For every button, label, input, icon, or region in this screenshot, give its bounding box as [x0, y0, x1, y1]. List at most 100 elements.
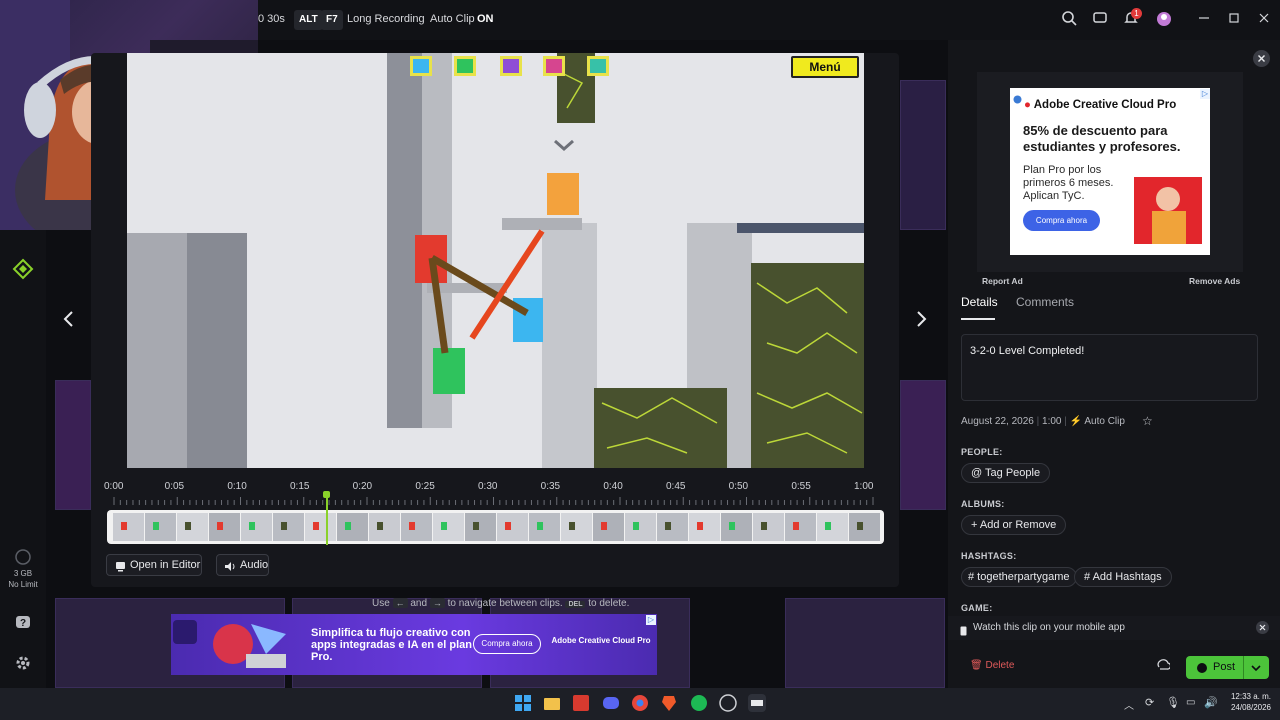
tag-people-label: Tag People [985, 467, 1041, 479]
tag-people-button[interactable]: @ Tag People [961, 463, 1051, 483]
timeline-filmstrip[interactable] [107, 510, 884, 544]
phone-icon [960, 623, 967, 641]
chat-icon[interactable] [1090, 10, 1110, 30]
post-label: Post [1213, 661, 1236, 673]
clip-length: 1:00 [1042, 416, 1062, 427]
open-in-editor-button[interactable]: Open in Editor [106, 554, 202, 576]
medal-logo-icon[interactable] [12, 258, 34, 285]
post-divider [1243, 656, 1244, 679]
side-ad-cta[interactable]: Compra ahora [1023, 210, 1100, 231]
windows-start-icon[interactable] [514, 694, 532, 712]
playhead[interactable] [323, 491, 331, 546]
tray-sync-icon[interactable]: ⟳ [1145, 696, 1154, 709]
bottom-ad-brand: Adobe Creative Cloud Pro [551, 636, 651, 645]
close-window-icon[interactable] [1254, 10, 1274, 30]
timeline-tick-label: 1:00 [854, 481, 874, 492]
steam-icon[interactable] [719, 694, 737, 712]
timeline-tick-marks [113, 497, 874, 505]
hashtag-chip[interactable]: # togetherpartygame [961, 567, 1077, 587]
prev-clip-chevron-icon[interactable] [60, 310, 78, 333]
side-ad-headline: 85% de descuento para estudiantes y prof… [1023, 123, 1181, 154]
next-clip-chevron-icon[interactable] [912, 310, 930, 333]
maximize-icon[interactable] [1224, 10, 1244, 30]
bottom-ad-cta[interactable]: Compra ahora [473, 634, 541, 654]
volume-icon[interactable]: 🔊 [1204, 696, 1218, 709]
spotify-icon[interactable] [690, 694, 708, 712]
auto-clip-state[interactable]: ON [477, 13, 494, 25]
albums-label: ALBUMS: [961, 499, 1005, 509]
right-arrow-key-icon: → [429, 598, 445, 608]
medal-taskbar-icon[interactable] [748, 694, 766, 712]
chrome-icon[interactable] [631, 694, 649, 712]
taskbar-date[interactable]: 24/08/2026 [1221, 703, 1271, 712]
report-ad-link[interactable]: Report Ad [982, 276, 1023, 286]
lightning-icon: ⚡ [1069, 416, 1083, 427]
mobile-notice-bar: Watch this clip on your mobile app [948, 616, 1280, 640]
video-frame[interactable]: Menú [127, 53, 864, 468]
brave-icon[interactable] [660, 694, 678, 712]
minimize-icon[interactable] [1194, 10, 1214, 30]
audio-label: Audio [240, 559, 269, 571]
del-key: DEL [565, 601, 586, 608]
hashtags-label: HASHTAGS: [961, 551, 1017, 561]
star-icon[interactable]: ☆ [1142, 414, 1153, 428]
at-icon: @ [971, 467, 986, 479]
timeline-tick-label: 0:10 [227, 481, 247, 492]
taskbar-time[interactable]: 12:33 a. m. [1221, 692, 1271, 701]
timeline-tick-label: 0:45 [666, 481, 686, 492]
discord-icon[interactable] [602, 694, 620, 712]
timeline-tick-label: 0:40 [603, 481, 623, 492]
chevron-down-icon[interactable] [1250, 661, 1262, 679]
gallery-thumbnail [785, 598, 945, 688]
tab-comments[interactable]: Comments [1016, 295, 1074, 309]
nav-hint-suffix: to navigate between clips. [447, 598, 563, 609]
add-hashtags-button[interactable]: # Add Hashtags [1074, 567, 1172, 587]
timeline-tick-label: 0:20 [352, 481, 373, 492]
audio-button[interactable]: Audio [216, 554, 269, 576]
navigation-hint: Use ← and → to navigate between clips. D… [372, 598, 629, 609]
bottom-ad-banner[interactable]: Simplifica tu flujo creativo con apps in… [171, 614, 657, 675]
remove-ads-link[interactable]: Remove Ads [1189, 276, 1240, 286]
microphone-icon[interactable]: 🎙 [1166, 696, 1180, 709]
gallery-thumbnail [900, 380, 946, 510]
storage-ring-icon [14, 548, 32, 571]
add-remove-album-button[interactable]: + Add or Remove [961, 515, 1067, 535]
side-ad[interactable]: ▷ ● Adobe Creative Cloud Pro 85% de desc… [1010, 88, 1210, 255]
hash-icon: # [1084, 571, 1093, 583]
clip-title-field[interactable]: 3-2-0 Level Completed! [961, 334, 1258, 401]
clip-date: August 22, 2026 [961, 416, 1034, 427]
close-panel-icon[interactable] [1253, 50, 1270, 67]
nav-hint-prefix: Use [372, 598, 390, 609]
timeline-tick-label: 0:25 [415, 481, 435, 492]
notification-badge: 1 [1131, 8, 1142, 19]
storage-limit: No Limit [8, 580, 38, 589]
f7-key: F7 [321, 10, 343, 30]
ad-choices-icon[interactable]: ▷ [646, 615, 656, 625]
file-explorer-icon[interactable] [543, 694, 561, 712]
ad-info-icon[interactable] [1013, 91, 1022, 109]
delete-button[interactable]: 🗑 Delete [970, 660, 1014, 671]
tray-chevron-up-icon[interactable]: ︿ [1124, 697, 1134, 712]
speaker-icon [224, 559, 236, 579]
network-icon[interactable]: ▭ [1186, 697, 1195, 708]
search-icon[interactable] [1059, 10, 1079, 30]
news-app-icon[interactable] [572, 694, 590, 712]
editor-icon [115, 559, 126, 579]
settings-gear-icon[interactable] [15, 655, 31, 676]
dismiss-notice-icon[interactable] [1256, 621, 1269, 634]
help-icon[interactable]: ? [15, 615, 31, 636]
tab-details[interactable]: Details [961, 295, 998, 309]
left-arrow-key-icon: ← [392, 598, 408, 608]
gallery-thumbnail [55, 380, 91, 510]
nav-hint-and: and [410, 598, 428, 609]
side-ad-brand-text: Adobe Creative Cloud Pro [1033, 99, 1177, 111]
ad-choices-icon[interactable]: ▷ [1200, 89, 1210, 99]
game-label: GAME: [961, 603, 993, 613]
svg-text:?: ? [20, 618, 26, 629]
post-button[interactable]: Post [1186, 656, 1269, 679]
side-ad-body: Plan Pro por los primeros 6 meses. Aplic… [1023, 164, 1114, 202]
open-in-editor-label: Open in Editor [130, 559, 201, 571]
bottom-ad-headline: Simplifica tu flujo creativo con apps in… [311, 627, 472, 663]
share-icon[interactable] [1156, 658, 1172, 677]
avatar[interactable] [1154, 10, 1174, 30]
